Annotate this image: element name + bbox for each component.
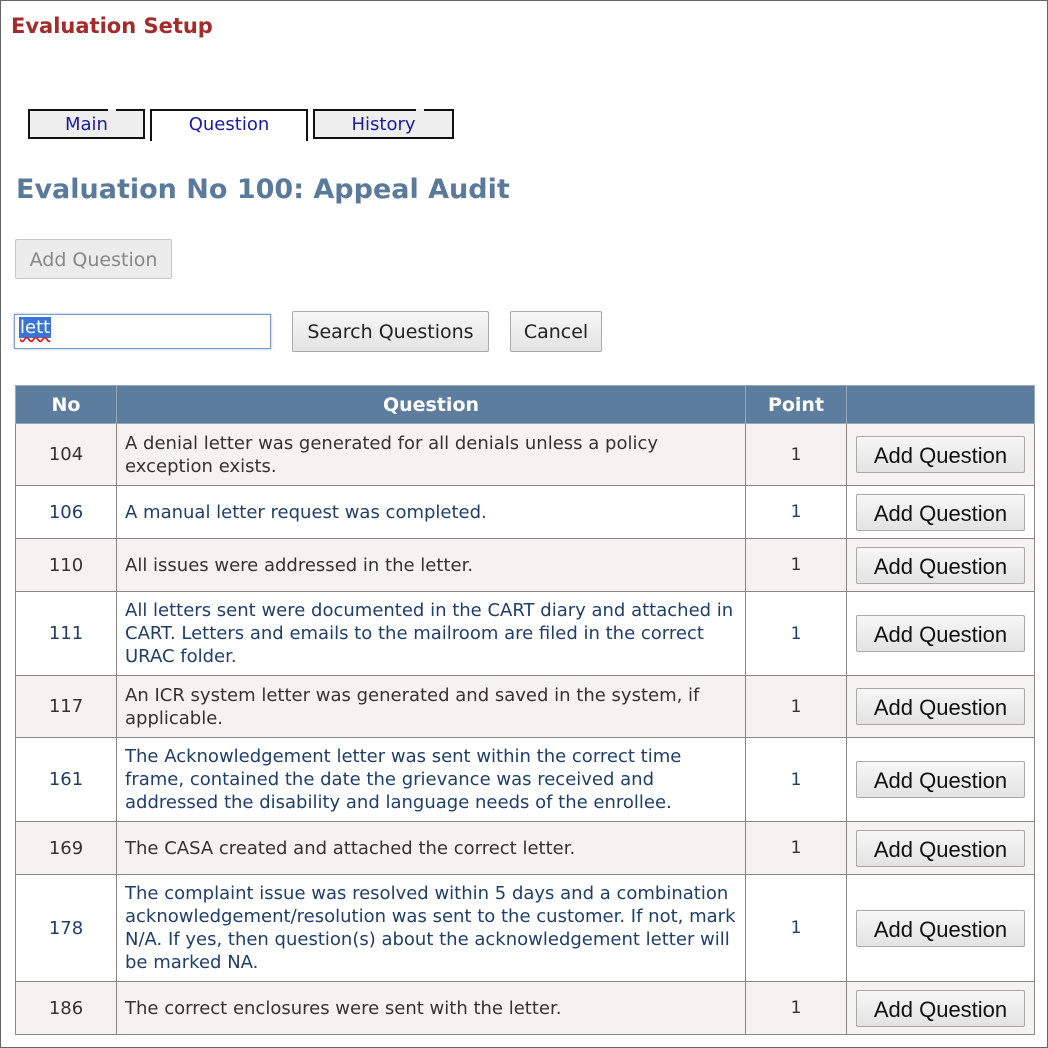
row-action: Add Question [846,485,1035,539]
row-action: Add Question [846,874,1035,982]
row-no: 161 [15,737,117,822]
search-input[interactable]: lett [14,314,271,349]
tab-history[interactable]: History [313,109,454,139]
row-point: 1 [745,675,847,738]
tab-main[interactable]: Main [28,109,145,139]
row-action: Add Question [846,821,1035,875]
row-add-question-button[interactable]: Add Question [856,436,1025,473]
row-action: Add Question [846,675,1035,738]
table-row: 104 A denial letter was generated for al… [15,423,1035,486]
cancel-button[interactable]: Cancel [510,311,602,352]
row-add-question-button[interactable]: Add Question [856,615,1025,652]
row-question: A manual letter request was completed. [116,485,746,539]
row-action: Add Question [846,423,1035,486]
table-row: 178 The complaint issue was resolved wit… [15,874,1035,982]
row-no: 178 [15,874,117,982]
table-row: 110 All issues were addressed in the let… [15,538,1035,592]
table-row: 169 The CASA created and attached the co… [15,821,1035,875]
row-point: 1 [745,538,847,592]
row-point: 1 [745,485,847,539]
search-input-value: lett [19,317,52,338]
row-add-question-button[interactable]: Add Question [856,761,1025,798]
row-no: 104 [15,423,117,486]
row-point: 1 [745,821,847,875]
row-question: All letters sent were documented in the … [116,591,746,676]
row-question: An ICR system letter was generated and s… [116,675,746,738]
table-row: 186 The correct enclosures were sent wit… [15,981,1035,1035]
row-no: 117 [15,675,117,738]
row-question: The correct enclosures were sent with th… [116,981,746,1035]
row-question: The Acknowledgement letter was sent with… [116,737,746,822]
header-point: Point [745,385,847,424]
row-no: 111 [15,591,117,676]
table-row: 161 The Acknowledgement letter was sent … [15,737,1035,822]
row-question: The CASA created and attached the correc… [116,821,746,875]
add-question-button[interactable]: Add Question [15,239,172,279]
row-point: 1 [745,981,847,1035]
table-header-row: No Question Point [15,385,1035,424]
evaluation-heading: Evaluation No 100: Appeal Audit [16,174,510,205]
row-point: 1 [745,423,847,486]
row-add-question-button[interactable]: Add Question [856,493,1025,531]
row-question: The complaint issue was resolved within … [116,874,746,982]
row-add-question-button[interactable]: Add Question [856,546,1025,584]
row-add-question-button[interactable]: Add Question [856,909,1025,947]
row-no: 169 [15,821,117,875]
row-add-question-button[interactable]: Add Question [856,989,1025,1027]
row-no: 186 [15,981,117,1035]
row-no: 110 [15,538,117,592]
table-row: 106 A manual letter request was complete… [15,485,1035,539]
header-action [846,385,1035,424]
table-row: 117 An ICR system letter was generated a… [15,675,1035,738]
row-point: 1 [745,874,847,982]
page-title: Evaluation Setup [11,14,213,38]
row-no: 106 [15,485,117,539]
header-no: No [15,385,117,424]
row-action: Add Question [846,737,1035,822]
search-questions-button[interactable]: Search Questions [292,311,489,352]
table-row: 111 All letters sent were documented in … [15,591,1035,676]
questions-table: No Question Point 104 A denial letter wa… [15,385,1035,1035]
row-add-question-button[interactable]: Add Question [856,829,1025,867]
row-question: All issues were addressed in the letter. [116,538,746,592]
row-action: Add Question [846,591,1035,676]
row-question: A denial letter was generated for all de… [116,423,746,486]
row-action: Add Question [846,981,1035,1035]
header-question: Question [116,385,746,424]
tab-question[interactable]: Question [150,109,308,141]
row-point: 1 [745,737,847,822]
row-add-question-button[interactable]: Add Question [856,688,1025,725]
row-point: 1 [745,591,847,676]
row-action: Add Question [846,538,1035,592]
